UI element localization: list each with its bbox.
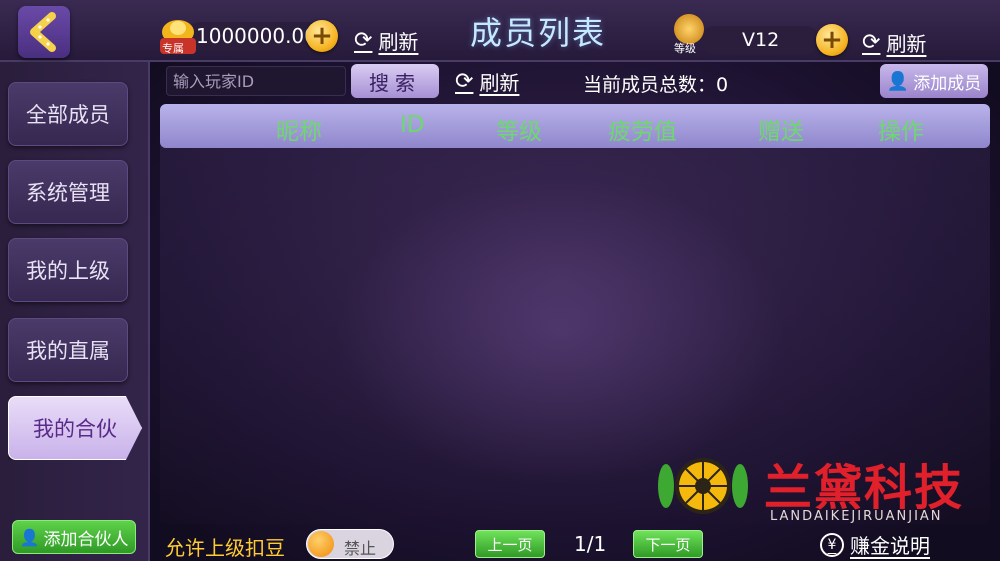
- watermark-logo-icon: [658, 458, 748, 514]
- add-partner-label: 添加合伙人: [43, 529, 129, 550]
- sidebar-item-all-members[interactable]: 全部成员: [8, 82, 128, 146]
- refresh-label: 刷新: [378, 30, 419, 54]
- refresh-label: 刷新: [479, 71, 520, 95]
- sidebar-item-my-superior[interactable]: 我的上级: [8, 238, 128, 302]
- earn-info-button[interactable]: ¥ 赚金说明: [820, 530, 930, 559]
- column-header-nickname: 昵称: [276, 119, 322, 145]
- plus-icon: +: [311, 21, 333, 51]
- money-value: 1000000.00: [196, 24, 317, 48]
- add-user-icon: 👤: [886, 70, 910, 92]
- level-value: V12: [742, 29, 780, 51]
- next-page-label: 下一页: [645, 535, 691, 554]
- toggle-state-label: 禁止: [344, 539, 377, 558]
- allow-deduct-label: 允许上级扣豆: [165, 536, 285, 560]
- add-level-button[interactable]: +: [816, 24, 848, 56]
- column-header-id: ID: [400, 112, 425, 138]
- refresh-icon: ⟳: [455, 69, 474, 94]
- add-partner-button[interactable]: 👤 添加合伙人: [12, 520, 136, 554]
- search-input[interactable]: [166, 66, 346, 96]
- chevron-left-icon: [30, 12, 56, 52]
- member-count: 当前成员总数：0: [583, 74, 729, 96]
- sidebar-item-label: 我的合伙: [33, 417, 117, 441]
- table-header: 昵称 ID 等级 疲劳值 赠送 操作: [160, 104, 990, 148]
- sidebar-item-label: 全部成员: [26, 103, 110, 127]
- prev-page-label: 上一页: [487, 535, 533, 554]
- sidebar-item-my-direct[interactable]: 我的直属: [8, 318, 128, 382]
- search-button-label: 搜索: [369, 70, 421, 95]
- plus-icon: +: [821, 25, 843, 55]
- sidebar-item-label: 我的上级: [26, 259, 110, 283]
- page-indicator: 1/1: [574, 532, 607, 556]
- earn-info-label: 赚金说明: [850, 534, 930, 558]
- list-refresh-button[interactable]: ⟳ 刷新: [455, 67, 519, 96]
- column-header-level: 等级: [496, 119, 542, 145]
- search-button[interactable]: 搜索: [351, 64, 439, 98]
- watermark-subtitle: LANDAIKEJIRUANJIAN: [770, 509, 943, 524]
- level-tag: 等级: [674, 42, 696, 55]
- yen-icon: ¥: [820, 532, 844, 557]
- add-member-button[interactable]: 👤 添加成员: [880, 64, 988, 98]
- column-header-action: 操作: [878, 119, 924, 145]
- toggle-knob: [308, 531, 334, 557]
- next-page-button[interactable]: 下一页: [633, 530, 703, 558]
- back-button[interactable]: [18, 6, 70, 58]
- refresh-icon: ⟳: [862, 30, 881, 55]
- page-title: 成员列表: [470, 14, 607, 52]
- add-user-icon: 👤: [19, 527, 40, 547]
- sidebar-item-system-management[interactable]: 系统管理: [8, 160, 128, 224]
- sidebar-item-label: 系统管理: [26, 181, 110, 205]
- money-refresh-button[interactable]: ⟳ 刷新: [354, 26, 418, 55]
- sidebar-item-my-partners[interactable]: 我的合伙: [8, 396, 142, 460]
- prev-page-button[interactable]: 上一页: [475, 530, 545, 558]
- refresh-icon: ⟳: [354, 28, 373, 53]
- watermark-name: 兰黛科技: [764, 460, 965, 516]
- add-member-label: 添加成员: [913, 73, 982, 94]
- refresh-label: 刷新: [886, 32, 927, 56]
- sidebar-item-label: 我的直属: [26, 339, 110, 363]
- money-tag: 专属: [162, 42, 184, 55]
- column-header-gift: 赠送: [758, 119, 804, 145]
- column-header-fatigue: 疲劳值: [608, 119, 677, 145]
- add-money-button[interactable]: +: [306, 20, 338, 52]
- level-refresh-button[interactable]: ⟳ 刷新: [862, 28, 926, 57]
